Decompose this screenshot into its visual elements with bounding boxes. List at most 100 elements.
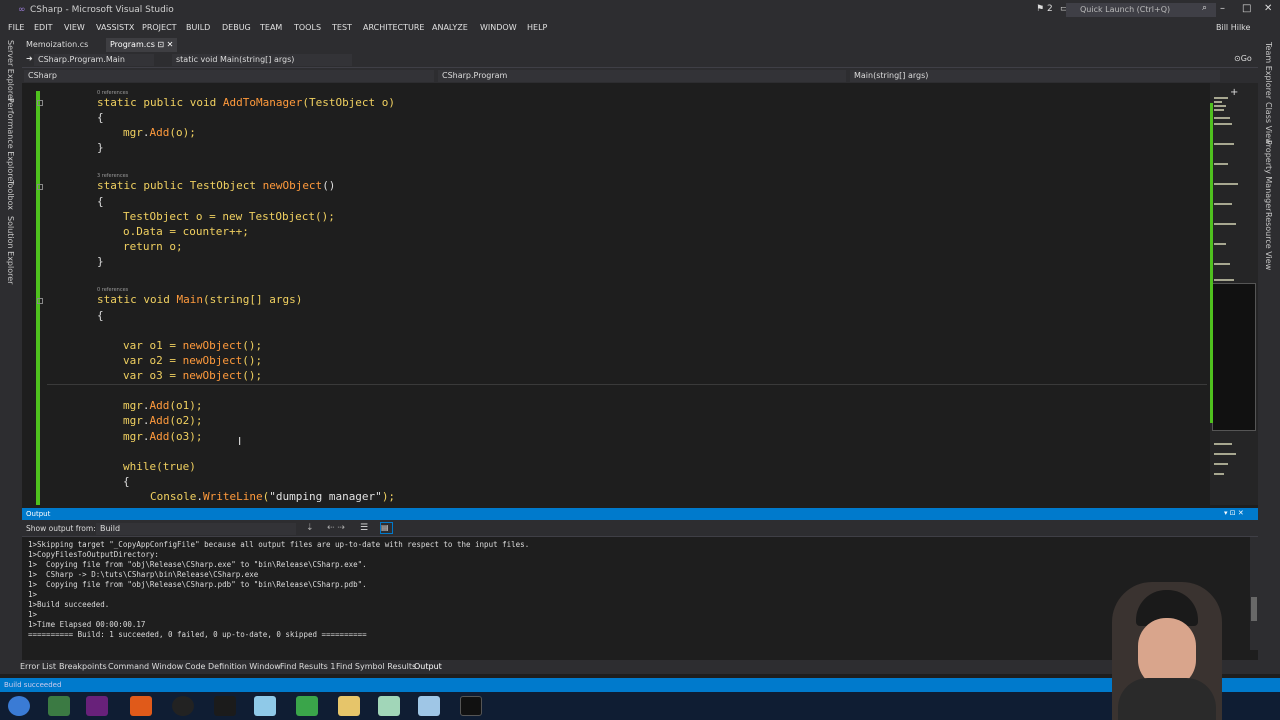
code-line: { [97,111,104,124]
menu-build[interactable]: BUILD [186,23,210,32]
minimap-scrollbar[interactable]: + [1210,83,1258,505]
code-line: var o2 = newObject(); [123,354,263,367]
property-manager-tab[interactable]: Property Manager [1264,140,1273,211]
tab-code-definition-window[interactable]: Code Definition Window [185,662,281,671]
solution-explorer-tab[interactable]: Solution Explorer [6,216,15,284]
close-tab-icon[interactable]: ⊡ ✕ [157,40,173,49]
code-line: } [97,255,104,268]
taskbar-app-icon[interactable] [214,696,236,716]
user-name[interactable]: Bill Hilke [1216,23,1250,32]
menu-test[interactable]: TEST [332,23,352,32]
code-line: while(true) [123,460,196,473]
pin-icon[interactable]: ▾ ⊡ ✕ [1224,509,1244,517]
tool-window-tabs: Error List Breakpoints Command Window Co… [0,660,1280,674]
menu-edit[interactable]: EDIT [34,23,52,32]
output-line: 1> [28,590,38,599]
code-line: o.Data = counter++; [123,225,249,238]
performance-explorer-tab[interactable]: Performance Explorer [6,98,15,185]
output-scrollbar-thumb[interactable] [1251,597,1257,621]
taskbar-app-icon[interactable] [48,696,70,716]
find-message-icon[interactable]: ⇣ [306,523,314,533]
menu-view[interactable]: VIEW [64,23,85,32]
code-line: TestObject o = new TestObject(); [123,210,335,223]
sync-icon[interactable]: ➜ [26,54,33,63]
close-button[interactable]: ✕ [1264,3,1272,14]
add-icon[interactable]: + [1230,87,1238,98]
team-explorer-tab[interactable]: Team Explorer [1264,42,1273,99]
menu-window[interactable]: WINDOW [480,23,517,32]
clear-all-icon[interactable]: ☰ [360,523,368,533]
menu-vassistx[interactable]: VASSISTX [96,23,134,32]
tab-memoization[interactable]: Memoization.cs [22,38,92,52]
text-cursor-icon: I [238,435,242,448]
output-line: 1> CSharp -> D:\tuts\CSharp\bin\Release\… [28,570,259,579]
output-line: 1>CopyFilesToOutputDirectory: [28,550,159,559]
code-line: static void Main(string[] args) [97,293,303,306]
collapse-icon[interactable] [37,184,43,190]
code-editor[interactable]: 0 references static public void AddToMan… [22,83,1210,505]
minimize-button[interactable]: – [1220,3,1225,14]
resource-view-tab[interactable]: Resource View [1264,212,1273,270]
menu-file[interactable]: FILE [8,23,24,32]
output-panel-header[interactable]: Output ▾ ⊡ ✕ [22,508,1258,520]
output-text[interactable]: 1>Skipping target "_CopyAppConfigFile" b… [22,537,1250,650]
menu-debug[interactable]: DEBUG [222,23,251,32]
quick-launch-input[interactable]: Quick Launch (Ctrl+Q) [1066,3,1216,17]
taskbar-app-icon[interactable] [378,696,400,716]
member-dropdown[interactable]: CSharp.Program.Main [34,54,154,66]
minimap-viewport[interactable] [1212,283,1256,431]
output-scrollbar[interactable] [1250,537,1258,650]
type-navigation-bar: CSharp CSharp.Program Main(string[] args… [22,68,1258,83]
method-dropdown[interactable]: static void Main(string[] args) [172,54,352,66]
menu-help[interactable]: HELP [527,23,547,32]
tab-program-label: Program.cs [110,40,155,49]
code-line: mgr.Add(o); [123,126,196,139]
code-line: static public void AddToManager(TestObje… [97,96,396,109]
firefox-taskbar-icon[interactable] [130,696,152,716]
previous-message-icon[interactable]: ⇠ ⇢ [327,523,345,533]
project-dropdown[interactable]: CSharp [24,70,434,82]
output-line: 1>Time Elapsed 00:00:00.17 [28,620,146,629]
menu-project[interactable]: PROJECT [142,23,177,32]
console-taskbar-icon[interactable] [460,696,482,716]
folder-taskbar-icon[interactable] [338,696,360,716]
class-view-tab[interactable]: Class View [1264,102,1273,145]
tab-command-window[interactable]: Command Window [108,662,183,671]
tab-error-list[interactable]: Error List [20,662,56,671]
menu-bar: FILE EDIT VIEW VASSISTX PROJECT BUILD DE… [0,20,1280,36]
server-explorer-tab[interactable]: Server Explorer [6,40,15,102]
go-button[interactable]: ⊙Go [1234,54,1252,63]
menu-team[interactable]: TEAM [260,23,282,32]
start-button-icon[interactable] [8,696,30,716]
menu-architecture[interactable]: ARCHITECTURE [363,23,424,32]
word-wrap-icon[interactable]: ▤ [380,522,393,534]
current-line-highlight [47,384,1207,385]
taskbar-app-icon[interactable] [418,696,440,716]
signature-dropdown[interactable]: Main(string[] args) [850,70,1220,82]
search-icon[interactable]: ⌕ [1202,3,1207,13]
output-source-dropdown[interactable]: Build [96,523,296,535]
taskbar-app-icon[interactable] [254,696,276,716]
notification-flag-icon[interactable]: ⚑ 2 [1036,4,1053,14]
tab-breakpoints[interactable]: Breakpoints [59,662,107,671]
maximize-button[interactable]: □ [1242,3,1251,14]
obs-taskbar-icon[interactable] [172,696,194,716]
menu-tools[interactable]: TOOLS [294,23,321,32]
taskbar-app-icon[interactable] [296,696,318,716]
output-source-value: Build [100,524,121,533]
toolbox-tab[interactable]: Toolbox [6,180,15,210]
tab-find-results[interactable]: Find Results 1 [280,662,335,671]
collapse-icon[interactable] [37,100,43,106]
document-tabs: Memoization.cs Program.cs ⊡ ✕ [22,36,1258,52]
visual-studio-taskbar-icon[interactable] [86,696,108,716]
class-dropdown[interactable]: CSharp.Program [438,70,846,82]
navigation-bar: ➜ CSharp.Program.Main static void Main(s… [22,52,1258,68]
tab-output[interactable]: Output [414,662,442,671]
menu-analyze[interactable]: ANALYZE [432,23,468,32]
output-line: 1> [28,610,38,619]
code-line: Console.WriteLine("dumping manager"); [150,490,396,503]
collapse-icon[interactable] [37,298,43,304]
code-line: mgr.Add(o1); [123,399,203,412]
tab-find-symbol-results[interactable]: Find Symbol Results [336,662,416,671]
tab-program[interactable]: Program.cs ⊡ ✕ [106,38,178,52]
